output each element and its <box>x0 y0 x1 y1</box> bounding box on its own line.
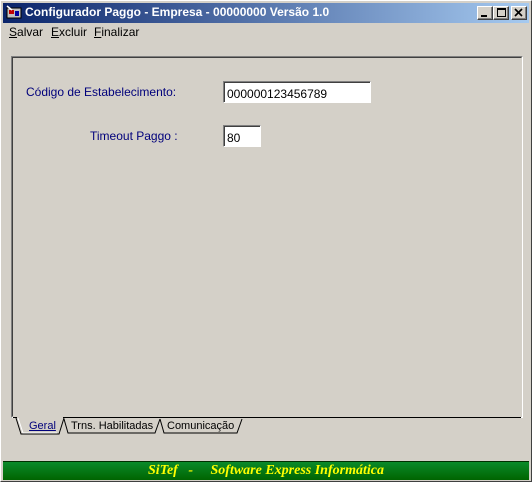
menu-finalizar[interactable]: Finalizar <box>94 25 139 39</box>
tab-geral[interactable]: Geral <box>29 420 56 432</box>
menu-excluir[interactable]: Excluir <box>51 25 87 39</box>
tab-comunicacao[interactable]: Comunicação <box>167 420 234 432</box>
menu-salvar-label: alvar <box>17 25 44 39</box>
tab-page-geral: Código de Estabelecimento: Timeout Paggo… <box>11 56 523 418</box>
menu-salvar-accel: S <box>9 25 18 39</box>
maximize-icon <box>497 8 506 17</box>
maximize-button[interactable] <box>493 6 509 20</box>
title-bar[interactable]: Configurador Paggo - Empresa - 00000000 … <box>3 3 529 23</box>
menu-bar: Salvar Excluir Finalizar <box>3 23 529 41</box>
app-icon <box>6 5 22 19</box>
minimize-icon <box>481 15 487 17</box>
menu-finalizar-label: inalizar <box>101 25 140 39</box>
main-window: Configurador Paggo - Empresa - 00000000 … <box>0 0 532 482</box>
status-bar: SiTef - Software Express Informática <box>3 461 529 480</box>
establishment-code-label: Código de Estabelecimento: <box>26 85 177 99</box>
menu-excluir-accel: E <box>51 25 60 39</box>
close-icon <box>514 8 523 17</box>
status-text: SiTef - Software Express Informática <box>148 463 384 478</box>
establishment-code-input[interactable] <box>223 81 371 103</box>
timeout-label: Timeout Paggo : <box>90 129 178 143</box>
menu-salvar[interactable]: Salvar <box>9 25 43 39</box>
window-title: Configurador Paggo - Empresa - 00000000 … <box>25 5 330 19</box>
close-button[interactable] <box>511 6 527 20</box>
minimize-button[interactable] <box>477 6 493 20</box>
menu-excluir-label: xcluir <box>59 25 88 39</box>
timeout-input[interactable] <box>223 125 261 147</box>
tab-strip: Geral Trns. Habilitadas Comunicação <box>13 417 521 437</box>
tab-trns-habilitadas[interactable]: Trns. Habilitadas <box>71 420 153 432</box>
